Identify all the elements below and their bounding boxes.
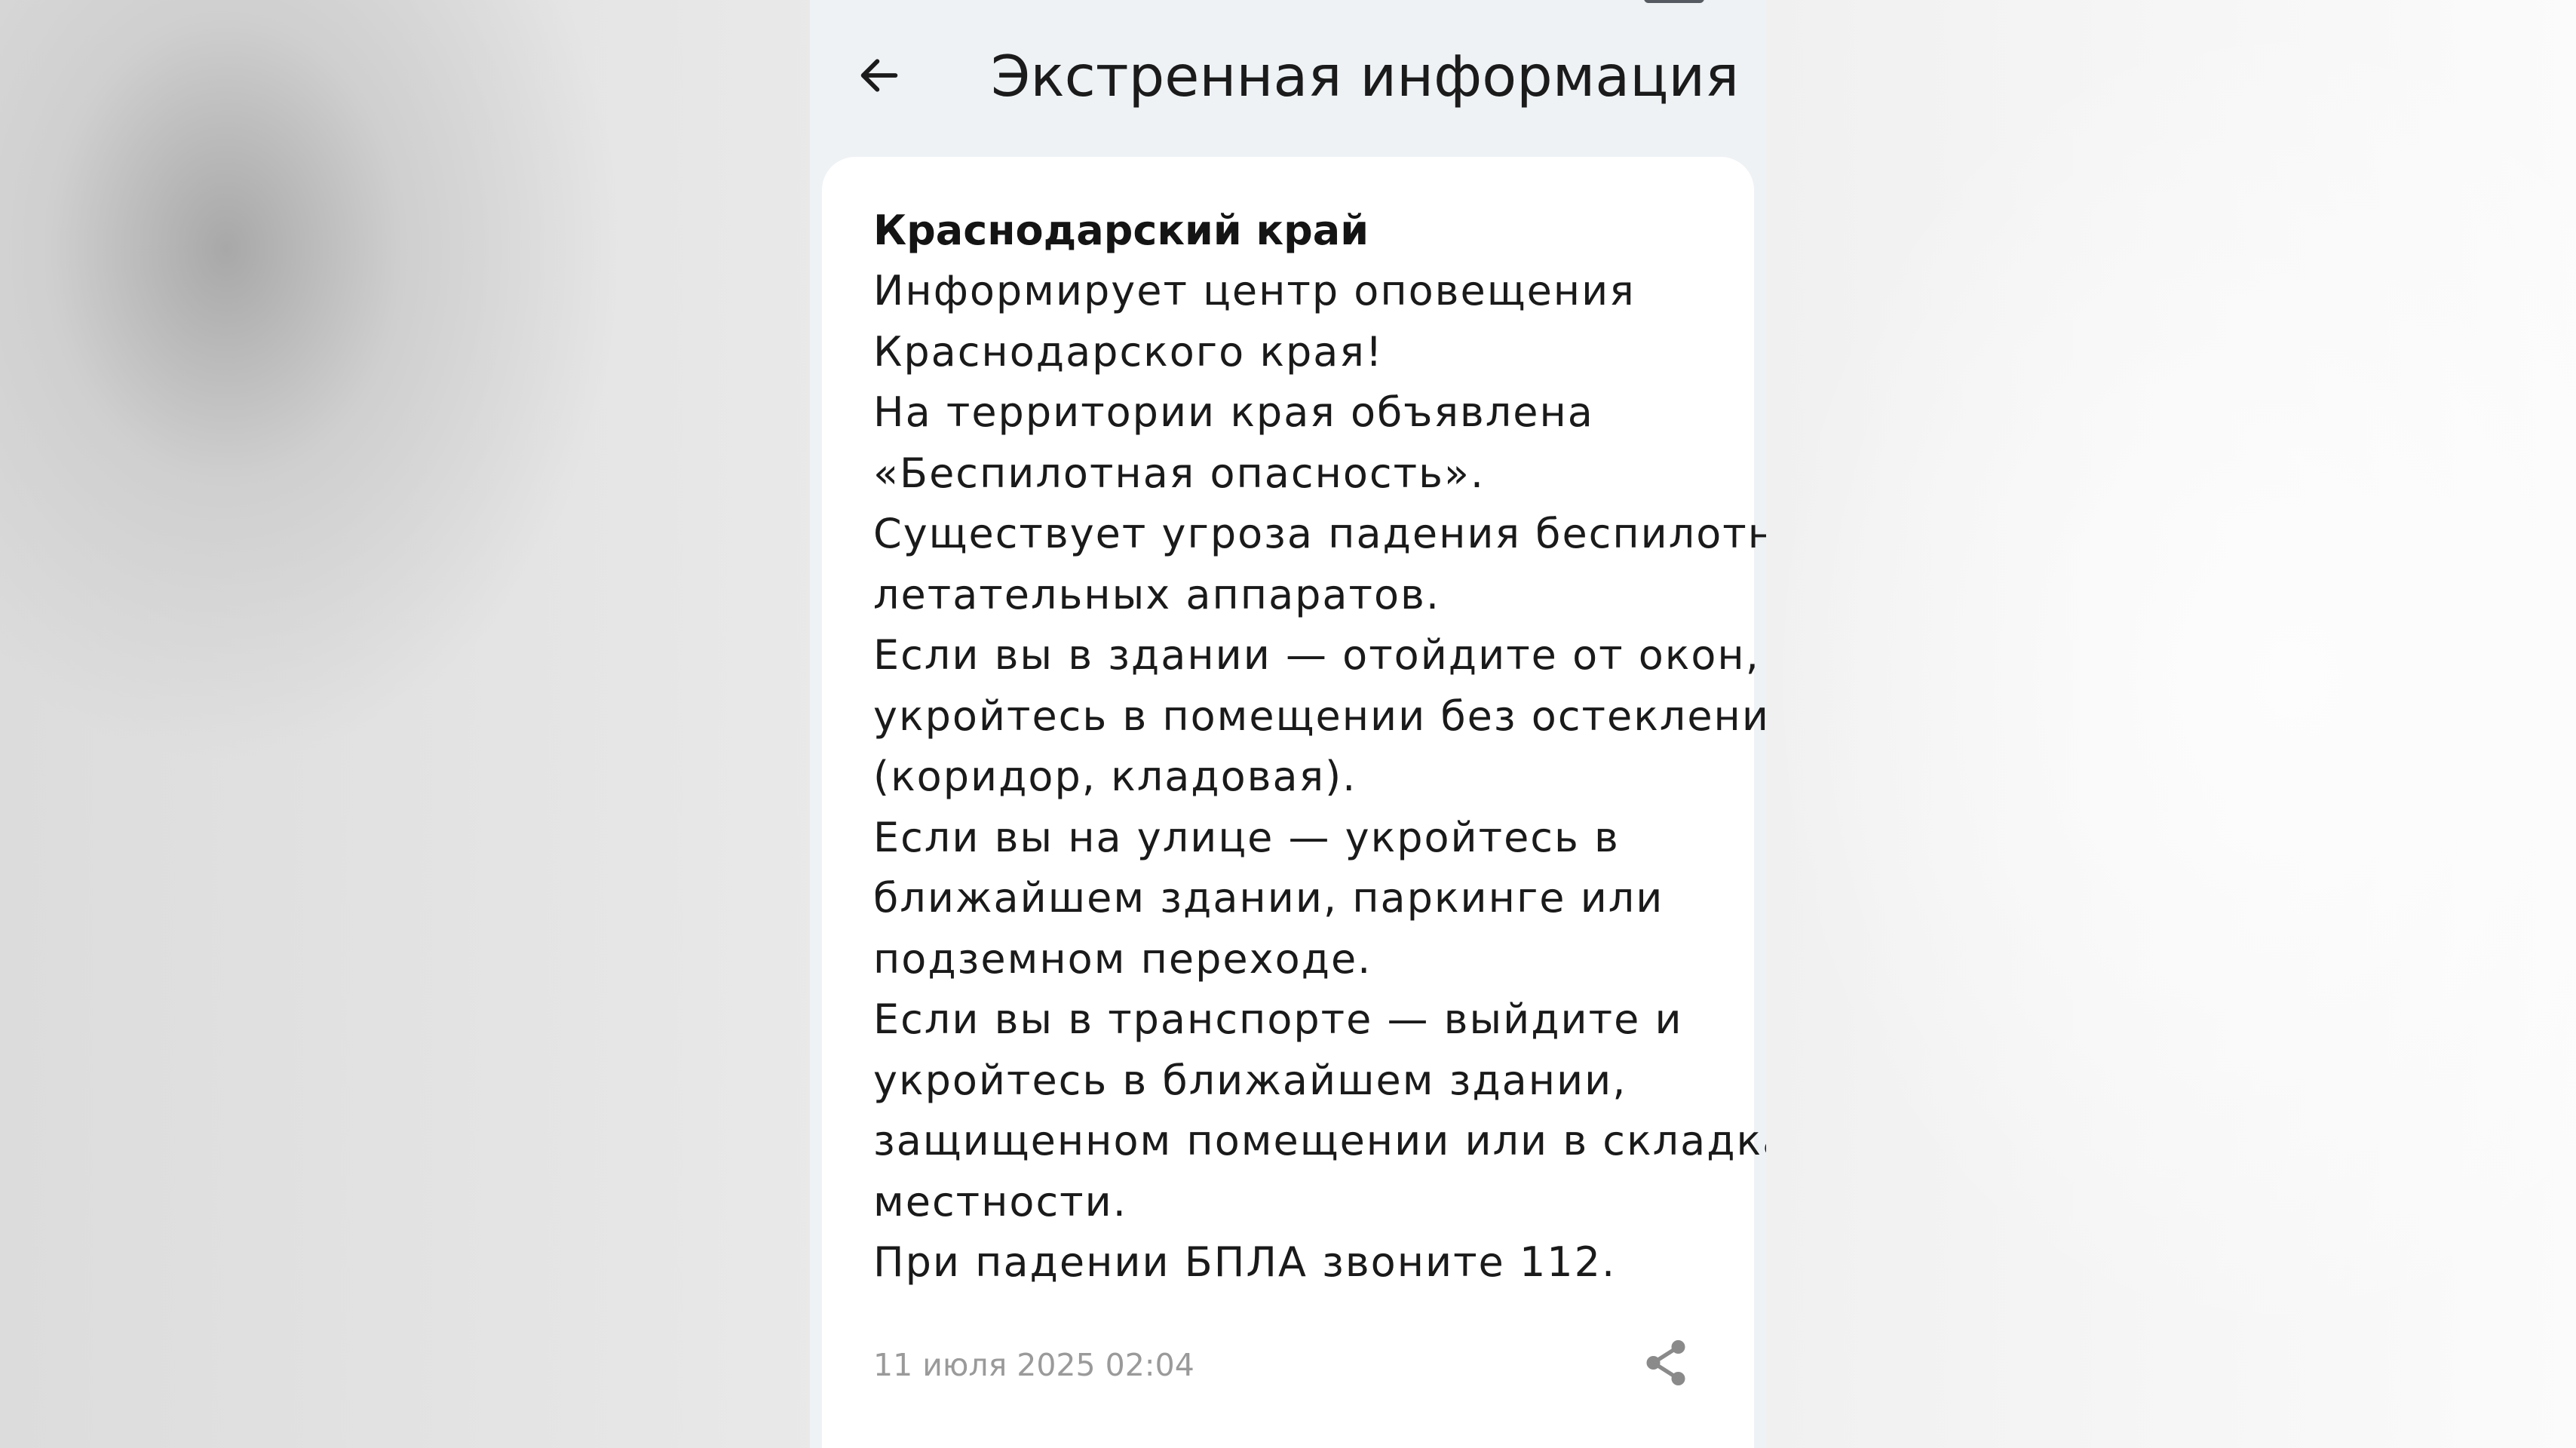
message-line: укройтесь в ближайшем здании, <box>873 1056 1627 1104</box>
message-line: Если вы на улице — укройтесь в <box>873 813 1620 861</box>
arrow-left-icon <box>860 59 898 92</box>
message-line: Если вы в здании — отойдите от окон, <box>873 631 1760 679</box>
message-line: На территории края объявлена <box>873 388 1594 436</box>
message-line: Если вы в транспорте — выйдите и <box>873 996 1683 1043</box>
message-line: Краснодарского края! <box>873 327 1384 376</box>
phone-screen: Экстренная информация Краснодарский край… <box>810 0 1766 1448</box>
message-timestamp: 11 июля 2025 02:04 <box>873 1347 1194 1383</box>
message-line: защищенном помещении или в складках <box>873 1117 1766 1164</box>
alert-message-card: Краснодарский край Информирует центр опо… <box>822 157 1766 1448</box>
message-line: подземном переходе. <box>873 934 1372 983</box>
app-bar: Экстренная информация <box>810 0 1766 151</box>
message-line: ближайшем здании, паркинге или <box>873 874 1664 922</box>
message-body: Информирует центр оповещения Краснодарск… <box>873 261 1766 1293</box>
share-button[interactable] <box>1633 1330 1698 1395</box>
message-line: «Беспилотная опасность». <box>873 449 1486 497</box>
background-blur-right <box>1765 0 2576 1448</box>
message-line: летательных аппаратов. <box>873 570 1441 618</box>
message-line: укройтесь в помещении без остекления <box>873 692 1766 740</box>
share-icon <box>1646 1340 1685 1385</box>
region-title: Краснодарский край <box>873 207 1369 254</box>
back-button[interactable] <box>849 45 909 106</box>
message-line: Информирует центр оповещения <box>873 267 1636 314</box>
message-line: При падении БПЛА звоните 112. <box>873 1238 1617 1286</box>
message-line: местности. <box>873 1177 1127 1226</box>
message-line: Существует угроза падения беспилотных <box>873 510 1766 557</box>
page-title: Экстренная информация <box>991 43 1740 109</box>
message-line: (коридор, кладовая). <box>873 753 1357 800</box>
